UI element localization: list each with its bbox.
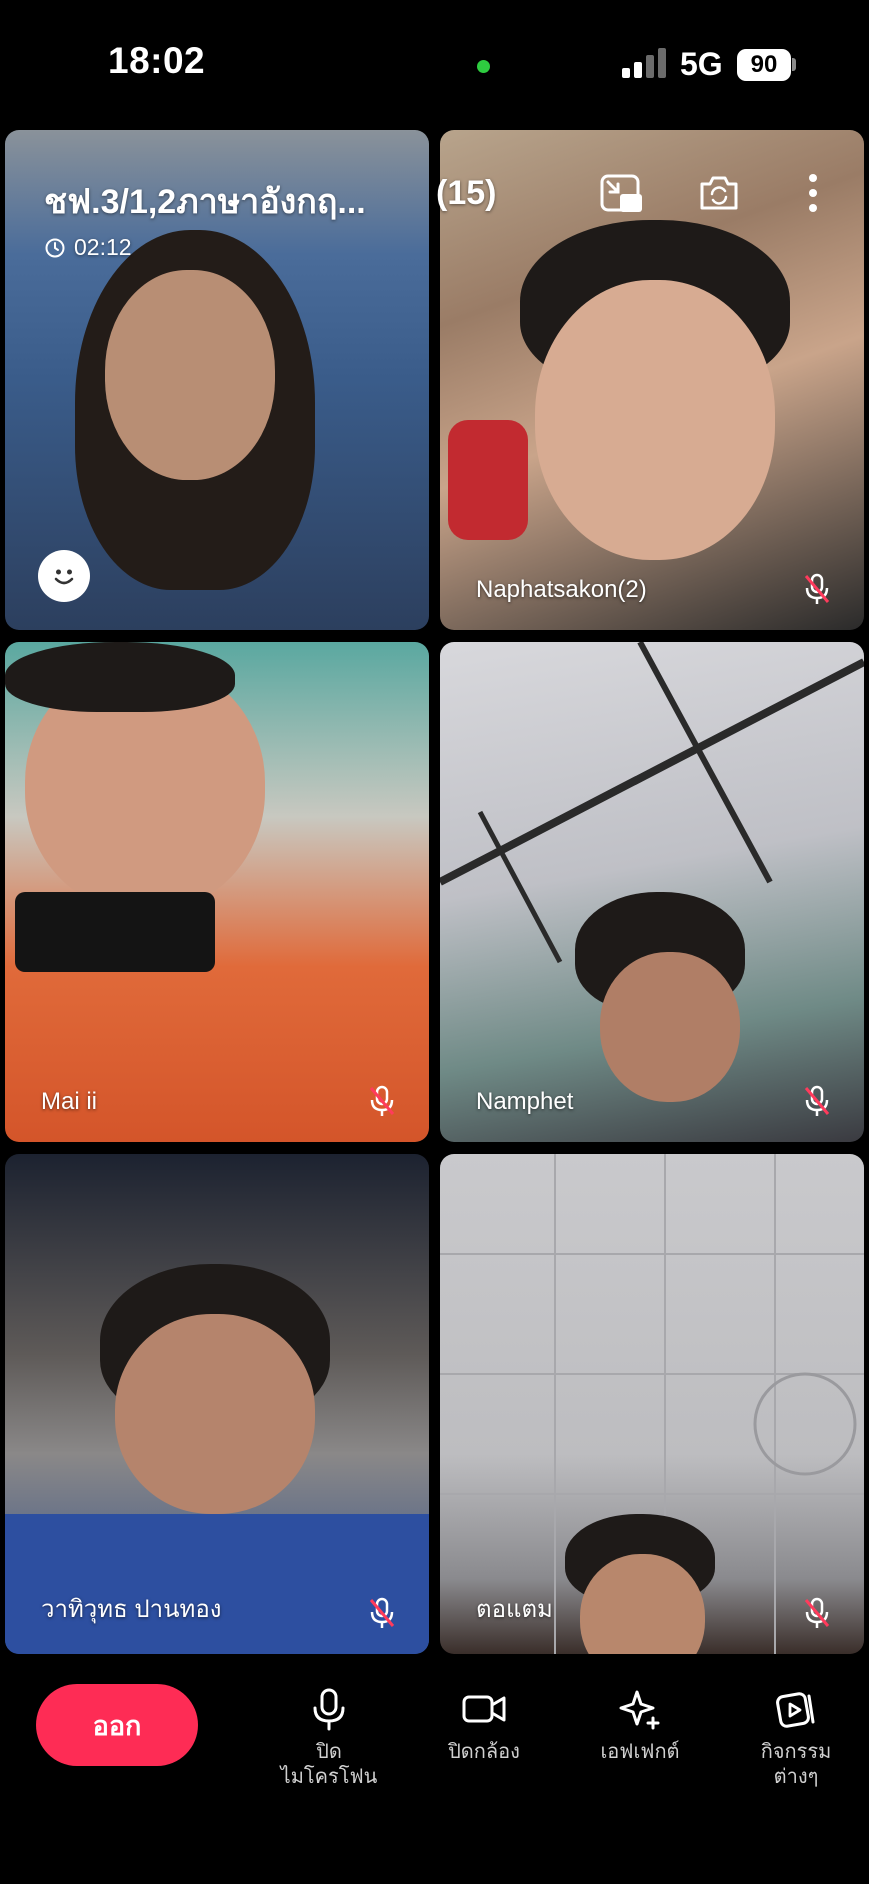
status-time: 18:02 xyxy=(108,40,206,81)
participant-name: วาทิวุทธ ปานทอง xyxy=(41,1596,222,1623)
participant-face xyxy=(105,270,275,480)
effects-label: เอฟเฟกต์ xyxy=(600,1741,680,1763)
participant-name: Naphatsakon(2) xyxy=(476,576,647,603)
mic-muted-icon xyxy=(369,1597,395,1628)
battery-icon: 90 xyxy=(737,49,791,81)
participant-name: ตอแตม xyxy=(476,1596,553,1623)
mic-muted-icon xyxy=(804,573,830,604)
turn-off-camera-label: ปิดกล้อง xyxy=(448,1741,520,1763)
microphone-icon xyxy=(313,1688,345,1731)
meeting-title[interactable]: ชฟ.3/1,2ภาษาอังกฤ... xyxy=(44,174,366,228)
mic-muted-icon xyxy=(804,1085,830,1116)
mic-muted-icon xyxy=(804,1597,830,1628)
mute-microphone-label: ปิด ไมโครโฟน xyxy=(280,1741,378,1788)
activities-label: กิจกรรม ต่างๆ xyxy=(760,1741,832,1788)
effects-button[interactable]: เอฟเฟกต์ xyxy=(570,1686,710,1765)
video-camera-icon xyxy=(462,1695,506,1723)
leave-button[interactable]: ออก xyxy=(36,1684,198,1766)
more-options-icon[interactable] xyxy=(790,170,836,216)
pip-minimize-icon[interactable] xyxy=(598,170,644,216)
video-tile-participant[interactable]: Mai ii xyxy=(5,642,429,1142)
battery-tip xyxy=(792,58,796,71)
status-bar: 18:02 5G 90 xyxy=(0,0,869,128)
participant-name: Namphet xyxy=(476,1088,574,1115)
clock-icon xyxy=(45,238,65,257)
video-tile-participant[interactable]: Namphet xyxy=(440,642,864,1142)
effects-sparkle-icon xyxy=(619,1690,660,1730)
network-type: 5G xyxy=(680,46,723,82)
turn-off-camera-button[interactable]: ปิดกล้อง xyxy=(414,1686,554,1765)
participant-face xyxy=(600,952,740,1102)
participant-face xyxy=(115,1314,315,1514)
participant-name: Mai ii xyxy=(41,1088,98,1115)
participant-face xyxy=(535,280,775,560)
meeting-duration: 02:12 xyxy=(74,234,132,260)
meeting-timer: 02:12 xyxy=(44,234,132,261)
video-tile-participant[interactable]: ตอแตม xyxy=(440,1154,864,1654)
mute-microphone-button[interactable]: ปิด ไมโครโฟน xyxy=(259,1686,399,1790)
signal-strength-icon xyxy=(622,48,668,78)
reaction-emoji-button[interactable] xyxy=(38,550,90,602)
mic-muted-icon xyxy=(369,1085,395,1116)
activities-button[interactable]: กิจกรรม ต่างๆ xyxy=(726,1686,866,1790)
smiley-icon xyxy=(47,559,81,593)
participant-count[interactable]: (15) xyxy=(436,174,496,213)
video-tile-participant[interactable]: วาทิวุทธ ปานทอง xyxy=(5,1154,429,1654)
participant-video xyxy=(5,642,235,712)
activities-icon xyxy=(776,1692,815,1728)
call-control-bar: ออก ปิด ไมโครโฟน ปิดกล้อง เอฟเฟกต์ กิจกร… xyxy=(0,1656,869,1884)
switch-camera-icon[interactable] xyxy=(696,170,742,216)
camera-indicator-dot xyxy=(477,60,490,73)
